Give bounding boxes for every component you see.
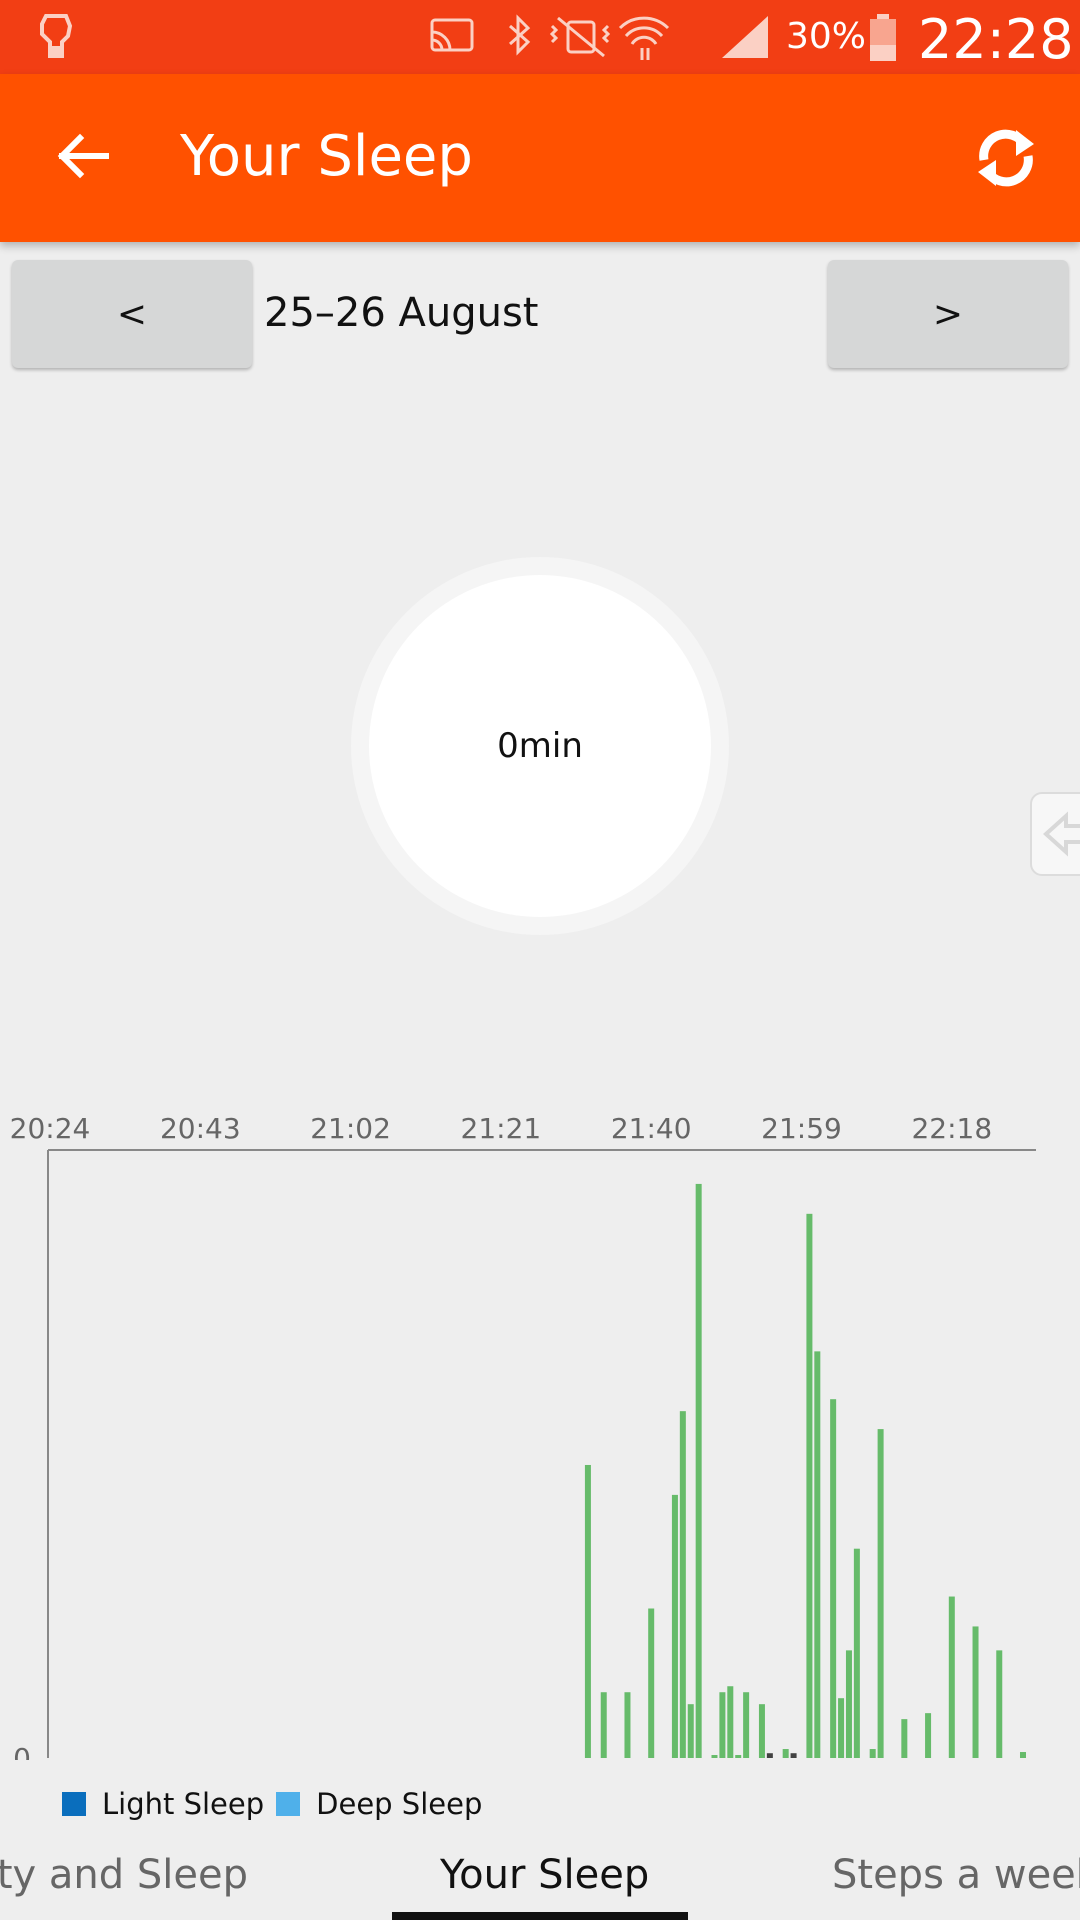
- x-tick-label: 20:24: [10, 1112, 91, 1145]
- app-bar: Your Sleep: [0, 74, 1080, 242]
- chart-bar: [853, 1548, 860, 1758]
- total-sleep-value: 0min: [497, 726, 583, 766]
- arrow-left-icon: [1043, 811, 1080, 857]
- cast-icon: [430, 18, 474, 52]
- chart-bar: [782, 1749, 789, 1758]
- chart-bar: [869, 1749, 876, 1758]
- chart-bar: [814, 1351, 821, 1758]
- chart-bar: [806, 1213, 813, 1758]
- chart-legend: Light Sleep Deep Sleep: [62, 1786, 494, 1822]
- chart-bar: [671, 1494, 678, 1758]
- legend-item-deep-sleep: Deep Sleep: [276, 1787, 482, 1821]
- x-tick-label: 21:40: [611, 1112, 692, 1145]
- chart-bar: [735, 1755, 742, 1758]
- tab-steps-a-week[interactable]: Steps a week: [832, 1852, 1080, 1898]
- status-bar: 30% 22:28: [0, 0, 1080, 74]
- signal-icon: [722, 16, 768, 58]
- x-tick-label: 20:43: [160, 1112, 241, 1145]
- chart-bar: [711, 1755, 718, 1758]
- chart-bar: [648, 1608, 655, 1758]
- arrow-left-icon[interactable]: [52, 124, 116, 188]
- system-status-icons: [430, 14, 768, 60]
- chart-bar: [996, 1650, 1003, 1758]
- page-tabs: ity and Sleep Your Sleep Steps a week: [0, 1840, 1080, 1920]
- next-day-button[interactable]: >: [828, 260, 1068, 368]
- chart-bar: [925, 1713, 932, 1758]
- previous-day-button[interactable]: <: [12, 260, 252, 368]
- chart-bar: [679, 1411, 686, 1758]
- chart-bar: [695, 1183, 702, 1758]
- battery-icon: [870, 14, 896, 61]
- refresh-icon[interactable]: [970, 122, 1042, 194]
- chart-bar: [901, 1719, 908, 1758]
- x-tick-label: 21:59: [761, 1112, 842, 1145]
- tab-selected-indicator: [392, 1912, 688, 1920]
- chart-bar: [948, 1596, 955, 1758]
- x-tick-label: 21:02: [310, 1112, 391, 1145]
- chart-bar: [727, 1686, 734, 1758]
- tab-activity-and-sleep[interactable]: ity and Sleep: [0, 1852, 248, 1898]
- y-tick-label: 0: [13, 1742, 31, 1760]
- chart-bar: [766, 1753, 773, 1758]
- chart-bar: [845, 1650, 852, 1758]
- chart-bar: [1019, 1752, 1026, 1758]
- chart-bar: [838, 1698, 845, 1758]
- date-range-label: 25–26 August: [264, 290, 539, 336]
- sleep-summary-circle: 0min: [369, 575, 711, 917]
- legend-swatch-deep-sleep: [276, 1792, 301, 1816]
- chart-bar: [584, 1464, 591, 1758]
- chart-bar: [972, 1626, 979, 1758]
- chart-bar: [743, 1692, 750, 1758]
- chart-bar: [790, 1753, 797, 1758]
- legend-label-deep-sleep: Deep Sleep: [316, 1787, 483, 1821]
- page-title: Your Sleep: [180, 124, 473, 189]
- battery-percent: 30%: [786, 16, 867, 57]
- sleep-activity-chart: 20:24 20:43 21:02 21:21 21:40 21:59 22:18 0: [10, 1112, 1036, 1760]
- chart-bar: [830, 1399, 837, 1758]
- tab-your-sleep[interactable]: Your Sleep: [440, 1852, 649, 1898]
- legend-item-light-sleep: Light Sleep: [62, 1787, 264, 1821]
- chart-bar: [719, 1692, 726, 1758]
- legend-label-light-sleep: Light Sleep: [102, 1787, 265, 1821]
- chart-bar: [600, 1692, 607, 1758]
- bluetooth-icon: [509, 14, 531, 56]
- x-tick-label: 22:18: [911, 1112, 992, 1145]
- chart-bar: [758, 1704, 765, 1758]
- wifi-icon: [618, 16, 670, 60]
- drawer-handle[interactable]: [1030, 792, 1080, 876]
- legend-swatch-light-sleep: [62, 1792, 86, 1816]
- chart-bar: [877, 1429, 884, 1758]
- app-notification-icon: [40, 14, 73, 58]
- chart-bar: [624, 1692, 631, 1758]
- x-tick-label: 21:21: [461, 1112, 542, 1145]
- chart-bar: [687, 1704, 694, 1758]
- vibrate-off-icon: [549, 16, 611, 58]
- status-clock: 22:28: [918, 8, 1074, 71]
